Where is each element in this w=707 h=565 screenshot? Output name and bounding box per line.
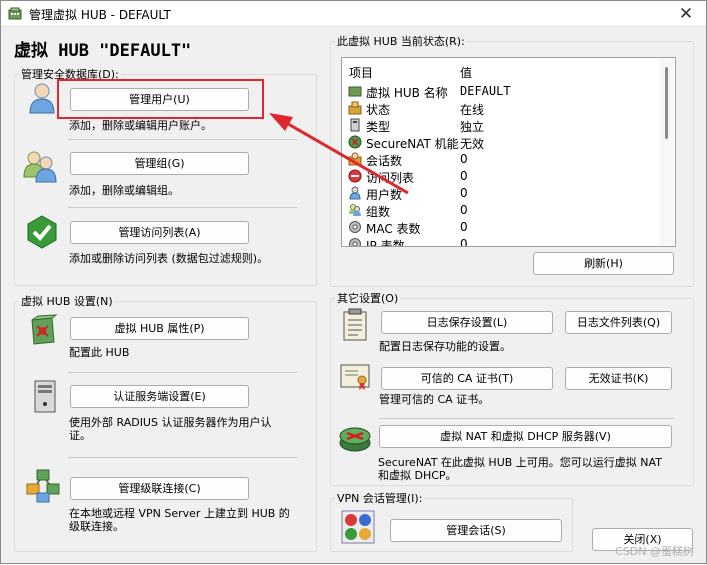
- list-header: 项目 值: [342, 62, 660, 81]
- column-header-item[interactable]: 项目: [349, 64, 373, 81]
- watermark: CSDN @蛋糕树: [615, 545, 694, 558]
- auth-server-settings-button[interactable]: 认证服务端设置(E): [70, 385, 249, 408]
- list-item[interactable]: 访问列表 0: [342, 167, 660, 185]
- close-window-icon[interactable]: ✕: [674, 3, 698, 25]
- hub-properties-desc: 配置此 HUB: [69, 346, 130, 359]
- hub-status-legend: 此虚拟 HUB 当前状态(R):: [337, 35, 465, 48]
- status-list-scrollbar[interactable]: [660, 59, 674, 245]
- cascade-network-icon: [26, 469, 60, 503]
- user-icon: [349, 186, 361, 200]
- certificate-icon: [340, 364, 370, 390]
- other-settings-legend: 其它设置(O): [337, 292, 399, 305]
- ip-table-icon: [349, 238, 361, 246]
- log-settings-desc: 配置日志保存功能的设置。: [379, 340, 511, 353]
- log-file-list-button[interactable]: 日志文件列表(Q): [565, 311, 672, 334]
- row-value: 0: [460, 203, 468, 217]
- mac-table-icon: [349, 221, 361, 233]
- list-item[interactable]: 类型 独立: [342, 116, 660, 134]
- log-document-icon: [343, 308, 367, 341]
- vpn-sessions-legend: VPN 会话管理(I):: [337, 492, 423, 505]
- session-icon: [348, 152, 362, 166]
- manage-sessions-button[interactable]: 管理会话(S): [390, 519, 562, 542]
- divider: [68, 372, 297, 373]
- log-settings-button[interactable]: 日志保存设置(L): [381, 311, 553, 334]
- trusted-ca-button[interactable]: 可信的 CA 证书(T): [381, 367, 553, 390]
- nat-dhcp-desc: SecureNAT 在此虚拟 HUB 上可用。您可以运行虚拟 NAT 和虚拟 D…: [378, 456, 662, 482]
- hub-properties-icon: [31, 314, 58, 345]
- scrollbar-thumb[interactable]: [665, 67, 668, 139]
- list-item[interactable]: 虚拟 HUB 名称 DEFAULT: [342, 82, 660, 100]
- trusted-ca-desc: 管理可信的 CA 证书。: [379, 393, 490, 406]
- list-item[interactable]: 会话数 0: [342, 150, 660, 168]
- securenat-icon: [348, 135, 362, 149]
- list-item[interactable]: IP 表数 0: [342, 235, 660, 247]
- hub-app-icon: [8, 7, 22, 20]
- type-icon: [350, 118, 360, 132]
- list-item[interactable]: MAC 表数 0: [342, 218, 660, 236]
- title-bar: 管理虚拟 HUB - DEFAULT ✕: [1, 1, 706, 27]
- checkmark-shield-icon: [27, 215, 57, 249]
- row-value: 0: [460, 186, 468, 200]
- row-value: 0: [460, 152, 468, 166]
- row-value: 0: [460, 220, 468, 234]
- group-icon: [23, 151, 57, 183]
- status-list[interactable]: 项目 值 虚拟 HUB 名称 DEFAULT 状态 在线 类型 独立 Secur…: [341, 57, 676, 247]
- row-value: DEFAULT: [460, 84, 511, 98]
- refresh-button[interactable]: 刷新(H): [533, 252, 674, 275]
- cascade-desc: 在本地或远程 VPN Server 上建立到 HUB 的级联连接。: [69, 507, 290, 533]
- divider: [68, 457, 297, 458]
- divider: [68, 207, 297, 208]
- column-header-value[interactable]: 值: [460, 64, 472, 81]
- list-item[interactable]: 组数 0: [342, 201, 660, 219]
- divider: [68, 139, 297, 140]
- sessions-grid-icon: [341, 510, 375, 544]
- list-item[interactable]: 状态 在线: [342, 99, 660, 117]
- window-title: 管理虚拟 HUB - DEFAULT: [29, 8, 171, 22]
- hub-properties-button[interactable]: 虚拟 HUB 属性(P): [70, 317, 249, 340]
- hub-icon: [348, 86, 362, 97]
- access-list-icon: [348, 169, 362, 183]
- user-icon: [29, 83, 55, 114]
- status-icon: [348, 101, 362, 115]
- manage-users-desc: 添加，删除或编辑用户账户。: [69, 119, 212, 132]
- nat-dhcp-button[interactable]: 虚拟 NAT 和虚拟 DHCP 服务器(V): [379, 425, 672, 448]
- row-item: IP 表数: [366, 239, 405, 247]
- list-item[interactable]: SecureNAT 机能 无效: [342, 133, 660, 151]
- row-value: 0: [460, 169, 468, 183]
- manage-groups-desc: 添加，删除或编辑组。: [69, 184, 179, 197]
- manage-access-list-desc: 添加或删除访问列表 (数据包过滤规则)。: [69, 252, 269, 265]
- divider: [379, 418, 674, 419]
- manage-cascade-button[interactable]: 管理级联连接(C): [70, 477, 249, 500]
- list-item[interactable]: 用户数 0: [342, 184, 660, 202]
- invalid-cert-button[interactable]: 无效证书(K): [565, 367, 672, 390]
- manage-groups-button[interactable]: 管理组(G): [70, 152, 249, 175]
- group-icon: [349, 204, 361, 216]
- nat-router-icon: [339, 427, 371, 452]
- manage-access-list-button[interactable]: 管理访问列表(A): [70, 221, 249, 244]
- auth-server-desc: 使用外部 RADIUS 认证服务器作为用户认证。: [69, 416, 272, 442]
- highlight-box: [57, 79, 264, 119]
- server-icon: [34, 380, 56, 413]
- hub-settings-legend: 虚拟 HUB 设置(N): [21, 295, 113, 308]
- hub-heading: 虚拟 HUB "DEFAULT": [14, 41, 192, 61]
- manage-hub-window: 管理虚拟 HUB - DEFAULT ✕ 虚拟 HUB "DEFAULT" 管理…: [0, 0, 707, 564]
- row-value: 0: [460, 237, 468, 247]
